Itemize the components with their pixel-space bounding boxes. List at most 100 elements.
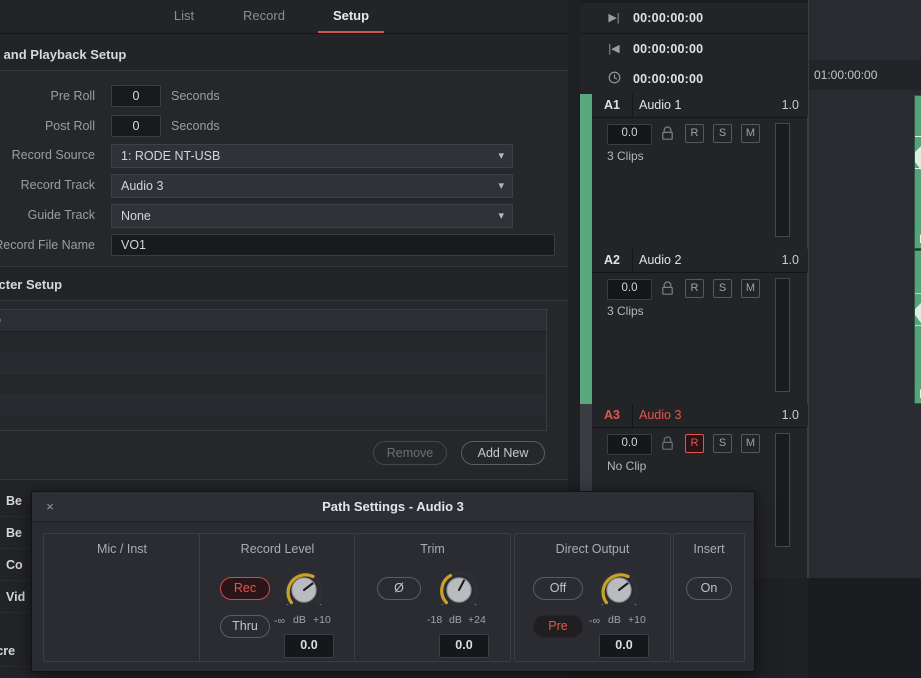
track-a2-name[interactable]: Audio 2 (639, 249, 681, 272)
track-a2-gain[interactable]: 0.0 (607, 279, 652, 300)
track-a2-clip-count: 3 Clips (607, 304, 644, 318)
timeline-lane-bottom (808, 578, 921, 678)
field-post-roll: Post Roll 0 Seconds (0, 115, 568, 137)
trim-scale-max: +24 (468, 614, 486, 626)
track-a3-record-button[interactable]: R (685, 434, 704, 453)
section-direct-output: Direct Output Off Pre -∞ dB +10 0.0 (514, 533, 671, 662)
record-level-knob[interactable] (283, 569, 325, 611)
trim-value[interactable]: 0.0 (439, 634, 489, 658)
track-a2-meter (775, 278, 790, 392)
tab-list-label: List (173, 8, 195, 23)
trim-scale-unit: dB (449, 614, 462, 626)
timecode-row-mark-out[interactable]: ▶| 00:00:00:00 (580, 3, 808, 34)
record-level-scale-max: +10 (313, 614, 331, 626)
track-a1-version: 1.0 (781, 98, 799, 112)
table-row[interactable] (0, 394, 546, 416)
insert-on-button[interactable]: On (686, 577, 732, 600)
direct-output-scale-min: -∞ (589, 615, 600, 627)
record-file-name-input[interactable]: VO1 (111, 234, 555, 256)
timecode-mark-out-value[interactable]: 00:00:00:00 (633, 3, 703, 33)
tab-record[interactable]: Record (228, 0, 300, 33)
trim-knob[interactable] (438, 569, 480, 611)
guide-track-select[interactable]: None ▾ (111, 204, 513, 228)
record-source-select[interactable]: 1: RODE NT-USB ▾ (111, 144, 513, 168)
track-a2: A2 Audio 2 1.0 0.0 R S M 3 Clips (580, 249, 808, 405)
timecode-mark-in-value[interactable]: 00:00:00:00 (633, 34, 703, 64)
path-settings-title: Path Settings - Audio 3 (322, 499, 464, 514)
lock-icon[interactable] (661, 436, 674, 451)
record-track-select[interactable]: Audio 3 ▾ (111, 174, 513, 198)
direct-output-value[interactable]: 0.0 (599, 634, 649, 658)
section-mic-inst: Mic / Inst (43, 533, 201, 662)
timeline-lane-a3[interactable] (808, 404, 921, 578)
character-table[interactable]: ame (0, 309, 547, 431)
track-a2-number: A2 (592, 249, 633, 272)
settings-row-label: Scre (0, 644, 16, 658)
track-a2-mute-button[interactable]: M (741, 279, 760, 298)
track-a2-solo-button[interactable]: S (713, 279, 732, 298)
lock-icon[interactable] (661, 281, 674, 296)
record-file-name-label: Record File Name (0, 238, 95, 252)
track-a3-header[interactable]: A3 Audio 3 1.0 (592, 404, 808, 428)
timecode-row-duration[interactable]: 00:00:00:00 (580, 64, 808, 95)
character-table-col-name: ame (0, 310, 1, 331)
mark-in-icon: |◀ (608, 43, 620, 55)
timecode-row-mark-in[interactable]: |◀ 00:00:00:00 (580, 34, 808, 65)
table-row[interactable] (0, 415, 546, 430)
phase-invert-button[interactable]: Ø (377, 577, 421, 600)
track-a3-gain[interactable]: 0.0 (607, 434, 652, 455)
tab-setup[interactable]: Setup (310, 0, 392, 33)
post-roll-input[interactable]: 0 (111, 115, 161, 137)
track-a3-mute-button[interactable]: M (741, 434, 760, 453)
mic-inst-title: Mic / Inst (96, 542, 147, 556)
track-a3-solo-button[interactable]: S (713, 434, 732, 453)
track-a3-version: 1.0 (781, 408, 799, 422)
record-playback-setup-title: ord and Playback Setup (0, 47, 127, 62)
path-settings-titlebar[interactable]: × Path Settings - Audio 3 (32, 492, 754, 522)
track-a2-color-strip (580, 249, 592, 404)
track-a1-header[interactable]: A1 Audio 1 1.0 (592, 94, 808, 118)
timeline-lane-a2[interactable]: Low (808, 249, 921, 404)
track-a2-header[interactable]: A2 Audio 2 1.0 (592, 249, 808, 273)
track-a1-name[interactable]: Audio 1 (639, 94, 681, 117)
pre-roll-input[interactable]: 0 (111, 85, 161, 107)
track-a1-record-button[interactable]: R (685, 124, 704, 143)
thru-toggle-button[interactable]: Thru (220, 615, 270, 638)
settings-row-label: Be (6, 494, 22, 508)
track-a2-version: 1.0 (781, 253, 799, 267)
character-setup-groupbox: ame Remove Add New (0, 300, 568, 480)
table-row[interactable] (0, 352, 546, 374)
field-record-source: Record Source 1: RODE NT-USB ▾ (0, 144, 568, 168)
remove-button[interactable]: Remove (373, 441, 447, 465)
clip-a2[interactable]: Low (914, 250, 921, 404)
post-roll-label: Post Roll (44, 119, 95, 133)
track-a3-meter (775, 433, 790, 547)
tab-list[interactable]: List (150, 0, 218, 33)
track-a3-name[interactable]: Audio 3 (639, 404, 681, 427)
track-a1-solo-button[interactable]: S (713, 124, 732, 143)
field-pre-roll: Pre Roll 0 Seconds (0, 85, 568, 107)
timeline-ruler[interactable]: 01:00:00:00 (808, 60, 921, 91)
table-row[interactable] (0, 331, 546, 353)
track-a1-mute-button[interactable]: M (741, 124, 760, 143)
table-row[interactable] (0, 373, 546, 395)
direct-output-scale-max: +10 (628, 614, 646, 626)
clip-a1[interactable]: Low (914, 95, 921, 249)
timeline-lane-a1[interactable]: Low (808, 94, 921, 249)
insert-title: Insert (693, 542, 725, 556)
rec-toggle-button[interactable]: Rec (220, 577, 270, 600)
record-level-scale-min: -∞ (274, 615, 285, 627)
timeline-ruler-label: 01:00:00:00 (814, 68, 878, 82)
track-a1-gain[interactable]: 0.0 (607, 124, 652, 145)
field-record-track: Record Track Audio 3 ▾ (0, 174, 568, 198)
add-new-button[interactable]: Add New (461, 441, 545, 465)
lock-icon[interactable] (661, 126, 674, 141)
phase-invert-icon: Ø (394, 581, 404, 595)
track-a2-record-button[interactable]: R (685, 279, 704, 298)
direct-output-off-button[interactable]: Off (533, 577, 583, 600)
section-record-level: Record Level Rec Thru -∞ dB +10 0.0 (199, 533, 356, 662)
record-level-value[interactable]: 0.0 (284, 634, 334, 658)
direct-output-knob[interactable] (598, 569, 640, 611)
timecode-duration-value[interactable]: 00:00:00:00 (633, 64, 703, 94)
direct-output-pre-button[interactable]: Pre (533, 615, 583, 638)
